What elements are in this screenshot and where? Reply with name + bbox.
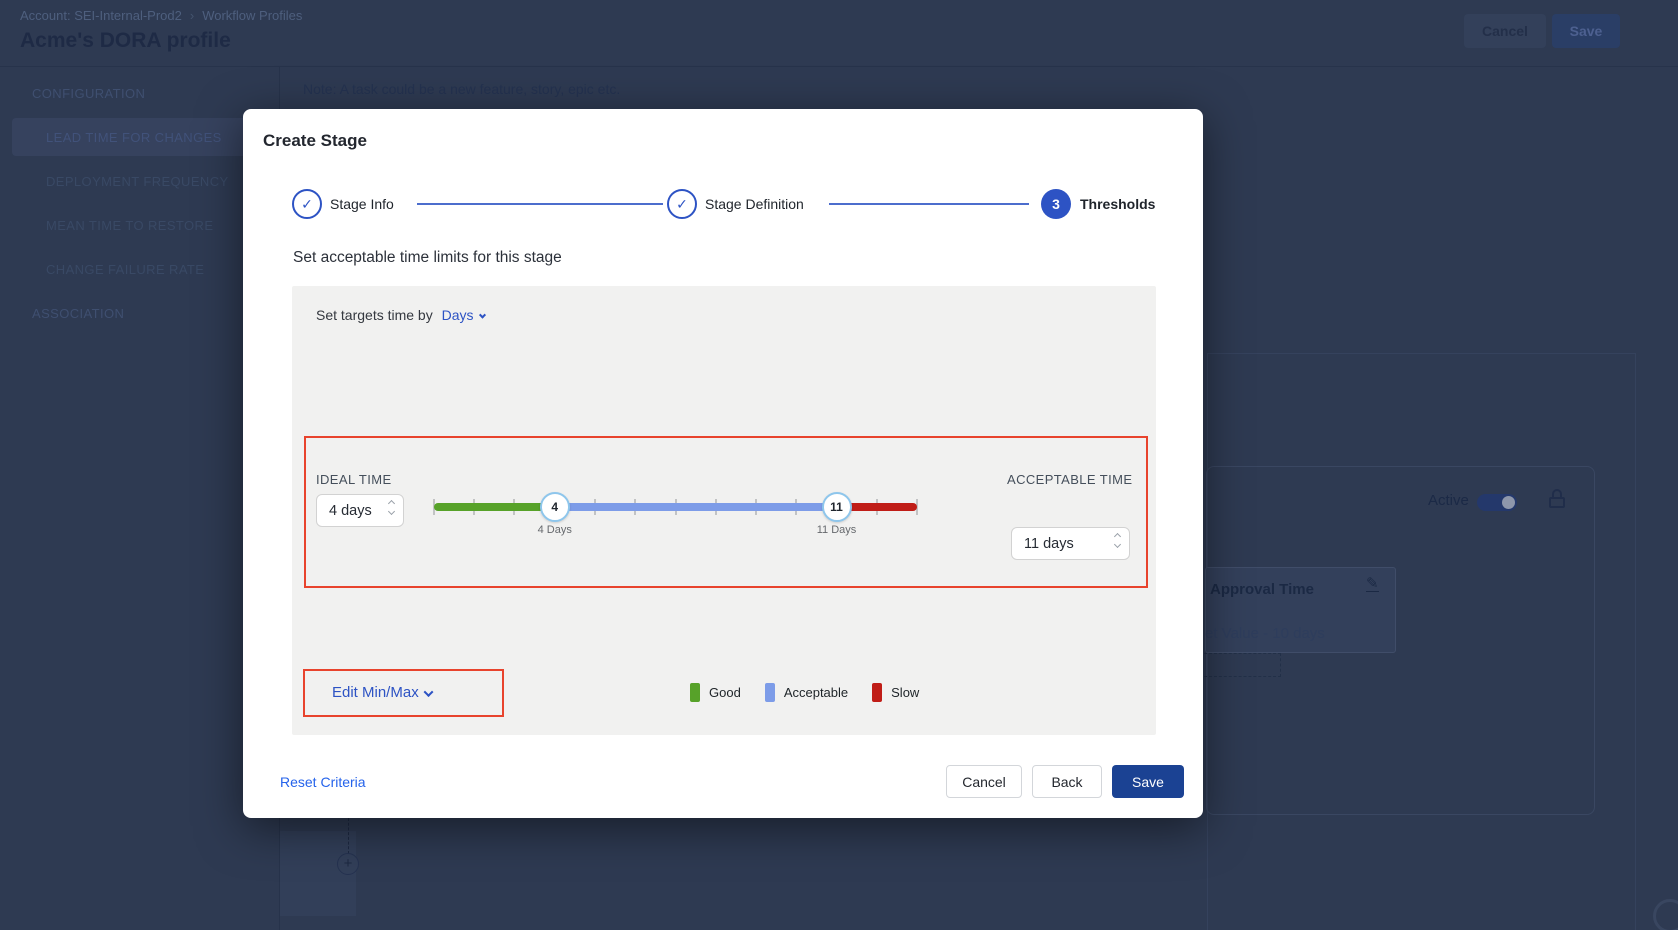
legend-swatch-acceptable xyxy=(765,683,775,702)
legend-label-good: Good xyxy=(709,685,741,700)
sidebar-item-change-failure-rate[interactable]: CHANGE FAILURE RATE xyxy=(12,250,279,288)
sidebar-item-lead-time-for-changes[interactable]: LEAD TIME FOR CHANGES xyxy=(12,118,279,156)
threshold-slider: 4 11 4 Days 11 Days xyxy=(434,480,917,544)
application-window: Account: SEI-Internal-Prod2 › Workflow P… xyxy=(0,0,1678,930)
breadcrumb: Account: SEI-Internal-Prod2 › Workflow P… xyxy=(20,8,302,23)
ideal-time-input[interactable]: 4 days xyxy=(316,494,404,527)
ideal-time-value: 4 days xyxy=(329,503,372,519)
add-stage-button[interactable]: + xyxy=(337,853,359,875)
note-text: Note: A task could be a new feature, sto… xyxy=(303,81,620,97)
step-3-label: Thresholds xyxy=(1080,196,1155,212)
sidebar-item-configuration: CONFIGURATION xyxy=(12,74,279,112)
modal-section-heading: Set acceptable time limits for this stag… xyxy=(293,249,562,267)
header-divider xyxy=(0,66,1678,67)
stepper-arrows-icon[interactable] xyxy=(1115,534,1120,547)
sidebar-item-association: ASSOCIATION xyxy=(12,294,279,332)
breadcrumb-section-link[interactable]: Workflow Profiles xyxy=(202,8,302,23)
breadcrumb-chevron-icon: › xyxy=(182,8,202,23)
step-1-label: Stage Info xyxy=(330,196,394,212)
ideal-handle-value: 4 xyxy=(551,500,558,514)
stepper-arrows-icon[interactable] xyxy=(389,501,394,514)
edit-minmax-label: Edit Min/Max xyxy=(332,684,419,701)
legend-swatch-good xyxy=(690,683,700,702)
legend-swatch-slow xyxy=(872,683,882,702)
reset-criteria-link[interactable]: Reset Criteria xyxy=(280,774,366,790)
breadcrumb-account-link[interactable]: Account: SEI-Internal-Prod2 xyxy=(20,8,182,23)
acceptable-tick-label: 11 Days xyxy=(817,524,857,536)
legend-label-acceptable: Acceptable xyxy=(784,685,848,700)
slider-segment-good xyxy=(434,503,555,511)
create-stage-modal: Create Stage ✓ Stage Info ✓ Stage Defini… xyxy=(243,109,1203,818)
active-toggle[interactable] xyxy=(1477,494,1517,511)
sidebar-item-deployment-frequency[interactable]: DEPLOYMENT FREQUENCY xyxy=(12,162,279,200)
legend-label-slow: Slow xyxy=(891,685,919,700)
step-3-circle[interactable]: 3 xyxy=(1041,189,1071,219)
edit-minmax-button[interactable]: Edit Min/Max xyxy=(332,684,432,701)
modal-title: Create Stage xyxy=(263,131,367,151)
help-bubble-icon[interactable] xyxy=(1653,899,1678,930)
threshold-panel: Set targets time by Days IDEAL TIME 4 da… xyxy=(292,286,1156,735)
modal-save-button[interactable]: Save xyxy=(1112,765,1184,798)
sidebar-item-mean-time-to-restore[interactable]: MEAN TIME TO RESTORE xyxy=(12,206,279,244)
step-2-circle[interactable]: ✓ xyxy=(667,189,697,219)
step-connector-2 xyxy=(829,203,1029,205)
sidebar-nav: CONFIGURATION LEAD TIME FOR CHANGES DEPLOY… xyxy=(12,74,279,338)
set-targets-label: Set targets time by xyxy=(316,307,433,323)
modal-cancel-button[interactable]: Cancel xyxy=(946,765,1022,798)
approval-time-card-value: et Value - 10 days xyxy=(1205,625,1325,642)
step-3-number: 3 xyxy=(1052,196,1060,212)
check-icon: ✓ xyxy=(676,196,688,213)
approval-time-card-title: Approval Time xyxy=(1210,581,1314,598)
modal-back-button[interactable]: Back xyxy=(1032,765,1102,798)
acceptable-handle-value: 11 xyxy=(830,500,843,514)
lock-icon-body xyxy=(1549,497,1565,508)
chevron-down-icon xyxy=(478,311,485,318)
edit-pencil-icon[interactable]: ✎ xyxy=(1366,576,1379,592)
step-connector-1 xyxy=(417,203,663,205)
header-cancel-button[interactable]: Cancel xyxy=(1464,14,1546,48)
acceptable-slider-handle[interactable]: 11 xyxy=(822,492,852,522)
time-unit-dropdown[interactable]: Days xyxy=(442,307,485,323)
set-targets-row: Set targets time by Days xyxy=(316,307,485,323)
acceptable-time-label: ACCEPTABLE TIME xyxy=(1007,472,1132,487)
page-title: Acme's DORA profile xyxy=(20,29,231,53)
toggle-knob-icon xyxy=(1502,496,1515,509)
slider-legend: Good Acceptable Slow xyxy=(690,683,943,702)
connector-dashed-line xyxy=(348,818,349,854)
active-toggle-label: Active xyxy=(1428,492,1469,509)
ideal-slider-handle[interactable]: 4 xyxy=(540,492,570,522)
check-icon: ✓ xyxy=(301,196,313,213)
acceptable-time-value: 11 days xyxy=(1024,536,1074,552)
step-2-label: Stage Definition xyxy=(705,196,804,212)
time-unit-value: Days xyxy=(442,307,474,323)
chevron-down-icon xyxy=(423,687,433,697)
acceptable-time-input[interactable]: 11 days xyxy=(1011,527,1130,560)
slider-segment-acceptable xyxy=(555,503,837,511)
ideal-time-label: IDEAL TIME xyxy=(316,472,392,487)
step-1-circle[interactable]: ✓ xyxy=(292,189,322,219)
header-save-button[interactable]: Save xyxy=(1552,14,1620,48)
ideal-tick-label: 4 Days xyxy=(538,524,572,536)
